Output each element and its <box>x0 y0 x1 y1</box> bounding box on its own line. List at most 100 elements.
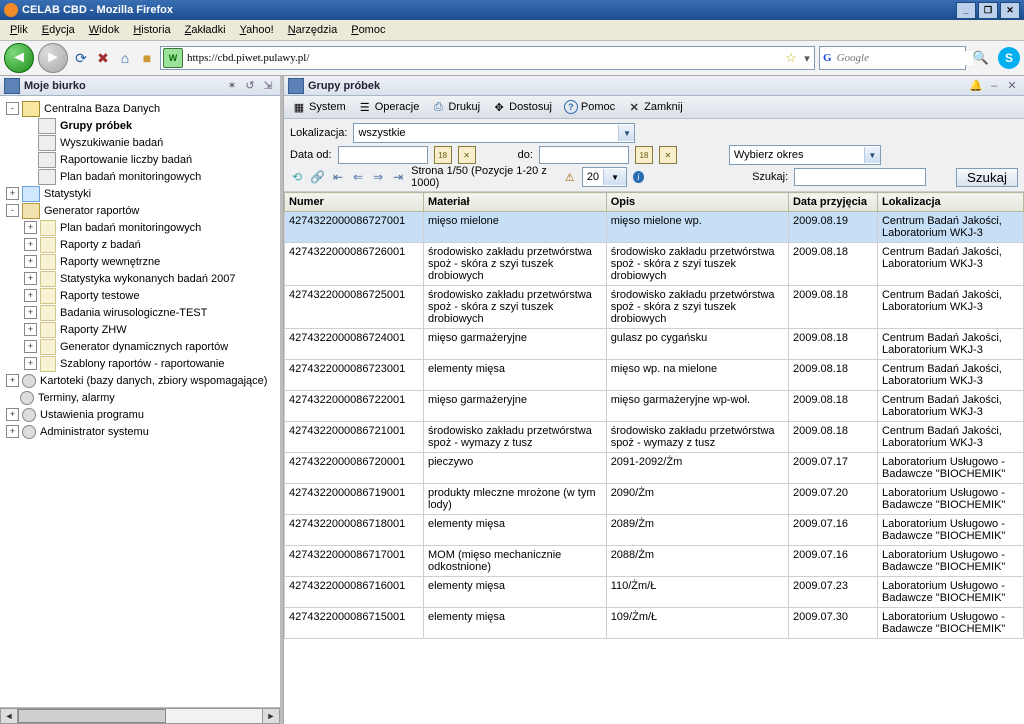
calendar-from-icon[interactable]: 18 <box>434 146 452 164</box>
scroll-left-icon[interactable]: ◄ <box>0 708 18 724</box>
date-from-input[interactable] <box>338 146 428 164</box>
menu-operacje[interactable]: ☰Operacje <box>354 98 424 116</box>
tree-item[interactable]: +Raporty z badań <box>0 236 280 253</box>
tree-item[interactable]: +Raporty wewnętrzne <box>0 253 280 270</box>
info-icon[interactable]: i <box>633 171 644 183</box>
tree-item[interactable]: +Raporty testowe <box>0 287 280 304</box>
nav-next-page-icon[interactable]: ⇥ <box>391 169 405 185</box>
url-bar[interactable]: W ☆ ▾ <box>160 46 815 70</box>
menu-dostosuj[interactable]: ✥Dostosuj <box>488 98 556 116</box>
search-field[interactable] <box>794 168 926 186</box>
panel-tool-2[interactable]: ↺ <box>242 78 258 94</box>
menu-system[interactable]: ▦System <box>288 98 350 116</box>
table-row[interactable]: 4274322000086725001środowisko zakładu pr… <box>285 286 1024 329</box>
menu-historia[interactable]: Historia <box>127 23 176 37</box>
column-header[interactable]: Lokalizacja <box>877 193 1023 212</box>
search-button[interactable]: Szukaj <box>956 168 1018 187</box>
tree-item[interactable]: Wyszukiwanie badań <box>0 134 280 151</box>
collapse-icon[interactable]: - <box>6 204 19 217</box>
tree-item[interactable]: +Administrator systemu <box>0 423 280 440</box>
browser-search[interactable]: G <box>819 46 966 70</box>
url-dropdown[interactable]: ▾ <box>800 52 814 65</box>
table-row[interactable]: 4274322000086722001mięso garmażeryjnemię… <box>285 391 1024 422</box>
tree-item[interactable]: +Szablony raportów - raportowanie <box>0 355 280 372</box>
table-row[interactable]: 4274322000086716001elementy mięsa110/Żm/… <box>285 577 1024 608</box>
expand-icon[interactable]: + <box>24 340 37 353</box>
tree-item[interactable]: +Kartoteki (bazy danych, zbiory wspomaga… <box>0 372 280 389</box>
tree-item[interactable]: Raportowanie liczby badań <box>0 151 280 168</box>
bookmark-star-icon[interactable]: ☆ <box>782 50 800 66</box>
expand-icon[interactable]: + <box>24 272 37 285</box>
tree-item[interactable]: +Ustawienia programu <box>0 406 280 423</box>
column-header[interactable]: Materiał <box>424 193 607 212</box>
page-size-select[interactable]: 20▼ <box>582 167 627 187</box>
nav-next-icon[interactable]: ⇒ <box>371 169 385 185</box>
column-header[interactable]: Data przyjęcia <box>788 193 877 212</box>
loc-select[interactable]: wszystkie▼ <box>353 123 635 143</box>
menu-narzędzia[interactable]: Narzędzia <box>282 23 344 37</box>
navigation-tree[interactable]: -Centralna Baza DanychGrupy próbekWyszuk… <box>0 96 280 707</box>
search-input[interactable] <box>835 51 973 65</box>
period-select[interactable]: Wybierz okres▼ <box>729 145 881 165</box>
tree-item[interactable]: Terminy, alarmy <box>0 389 280 406</box>
table-row[interactable]: 4274322000086718001elementy mięsa2089/Żm… <box>285 515 1024 546</box>
column-header[interactable]: Opis <box>606 193 788 212</box>
collapse-icon[interactable]: - <box>6 102 19 115</box>
menu-yahoo![interactable]: Yahoo! <box>234 23 280 37</box>
reload-icon[interactable]: ⟳ <box>72 49 90 67</box>
menu-widok[interactable]: Widok <box>83 23 126 37</box>
nav-back[interactable]: ◄ <box>4 43 34 73</box>
column-header[interactable]: Numer <box>285 193 424 212</box>
expand-icon[interactable]: + <box>24 323 37 336</box>
table-row[interactable]: 4274322000086717001MOM (mięso mechaniczn… <box>285 546 1024 577</box>
table-row[interactable]: 4274322000086726001środowisko zakładu pr… <box>285 243 1024 286</box>
search-go-icon[interactable]: 🔍 <box>970 47 992 69</box>
calendar-to-icon[interactable]: 18 <box>635 146 653 164</box>
tree-item[interactable]: -Centralna Baza Danych <box>0 100 280 117</box>
table-row[interactable]: 4274322000086723001elementy mięsamięso w… <box>285 360 1024 391</box>
menu-pomoc[interactable]: Pomoc <box>345 23 391 37</box>
table-row[interactable]: 4274322000086719001produkty mleczne mroż… <box>285 484 1024 515</box>
expand-icon[interactable]: + <box>6 408 19 421</box>
table-row[interactable]: 4274322000086715001elementy mięsa109/Żm/… <box>285 608 1024 639</box>
tree-item[interactable]: +Statystyki <box>0 185 280 202</box>
panel-tool-1[interactable]: ✶ <box>224 78 240 94</box>
panel-minimize-icon[interactable]: – <box>986 78 1002 94</box>
expand-icon[interactable]: + <box>6 374 19 387</box>
menu-drukuj[interactable]: ⎙Drukuj <box>427 98 484 116</box>
table-row[interactable]: 4274322000086727001mięso mielonemięso mi… <box>285 212 1024 243</box>
tree-item[interactable]: +Generator dynamicznych raportów <box>0 338 280 355</box>
expand-icon[interactable]: + <box>24 289 37 302</box>
menu-edycja[interactable]: Edycja <box>36 23 81 37</box>
tree-item[interactable]: -Generator raportów <box>0 202 280 219</box>
rss-icon[interactable]: ■ <box>138 49 156 67</box>
tree-item[interactable]: +Badania wirusologiczne-TEST <box>0 304 280 321</box>
tree-item[interactable]: +Plan badań monitoringowych <box>0 219 280 236</box>
tree-item[interactable]: Plan badań monitoringowych <box>0 168 280 185</box>
nav-forward[interactable]: ► <box>38 43 68 73</box>
date-to-input[interactable] <box>539 146 629 164</box>
tree-item[interactable]: +Raporty ZHW <box>0 321 280 338</box>
tree-item[interactable]: +Statystyka wykonanych badań 2007 <box>0 270 280 287</box>
calendar-from-clear-icon[interactable]: ✕ <box>458 146 476 164</box>
expand-icon[interactable]: + <box>6 425 19 438</box>
expand-icon[interactable]: + <box>24 357 37 370</box>
menu-zakładki[interactable]: Zakładki <box>179 23 232 37</box>
skype-icon[interactable]: S <box>998 47 1020 69</box>
window-restore[interactable]: ❐ <box>978 2 998 19</box>
menu-plik[interactable]: Plik <box>4 23 34 37</box>
left-hscrollbar[interactable]: ◄ ► <box>0 707 280 724</box>
url-input[interactable] <box>185 51 782 65</box>
scroll-right-icon[interactable]: ► <box>262 708 280 724</box>
expand-icon[interactable]: + <box>24 255 37 268</box>
expand-icon[interactable]: + <box>6 187 19 200</box>
expand-icon[interactable]: + <box>24 238 37 251</box>
home-icon[interactable]: ⌂ <box>116 49 134 67</box>
table-row[interactable]: 4274322000086724001mięso garmażeryjnegul… <box>285 329 1024 360</box>
table-container[interactable]: NumerMateriałOpisData przyjęciaLokalizac… <box>284 192 1024 724</box>
expand-icon[interactable]: + <box>24 221 37 234</box>
expand-icon[interactable]: + <box>24 306 37 319</box>
stop-icon[interactable]: ✖ <box>94 49 112 67</box>
tree-item[interactable]: Grupy próbek <box>0 117 280 134</box>
nav-first-icon[interactable]: ⟲ <box>290 169 304 185</box>
